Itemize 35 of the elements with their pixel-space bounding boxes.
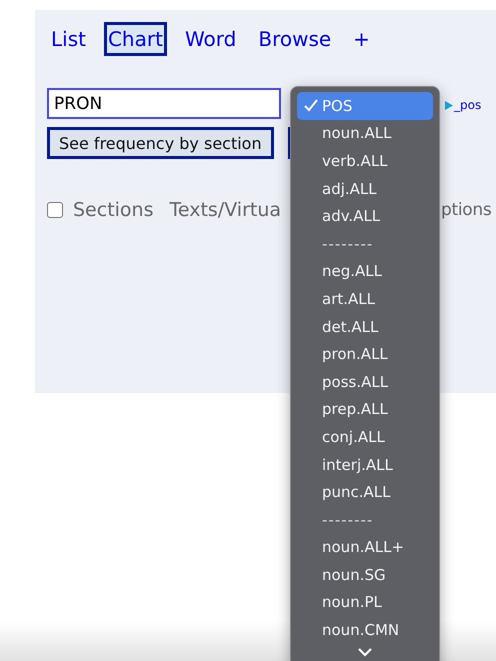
- menu-item[interactable]: adj.ALL: [297, 174, 433, 202]
- menu-item[interactable]: neg.ALL: [297, 258, 433, 286]
- tab[interactable]: Word: [180, 22, 240, 56]
- menu-separator: --------: [321, 510, 374, 531]
- tab[interactable]: +: [349, 22, 374, 56]
- tab[interactable]: Chart: [104, 22, 167, 56]
- texts-label: Texts/Virtua: [170, 199, 282, 221]
- menu-item[interactable]: POS: [297, 92, 433, 120]
- menu-item[interactable]: punc.ALL: [297, 478, 433, 506]
- menu-item[interactable]: noun.SG: [297, 561, 433, 589]
- menu-item[interactable]: verb.ALL: [297, 147, 433, 175]
- menu-item[interactable]: poss.ALL: [297, 368, 433, 396]
- menu-item[interactable]: noun.PL: [297, 588, 433, 616]
- menu-item[interactable]: pron.ALL: [297, 340, 433, 368]
- chevron-down-icon[interactable]: [358, 648, 372, 657]
- menu-item[interactable]: noun.ALL: [297, 120, 433, 148]
- menu-item[interactable]: art.ALL: [297, 285, 433, 313]
- options-label: ptions: [441, 200, 492, 220]
- search-field[interactable]: PRON: [47, 88, 281, 119]
- check-icon: [304, 99, 318, 112]
- sections-checkbox[interactable]: [47, 202, 63, 218]
- sections-label: Sections: [73, 199, 154, 221]
- frequency-button[interactable]: See frequency by section: [47, 127, 274, 159]
- pos-link[interactable]: _pos: [445, 98, 482, 112]
- menu-item[interactable]: adv.ALL: [297, 202, 433, 230]
- menu-item[interactable]: noun.CMN: [297, 616, 433, 644]
- menu-item[interactable]: noun.ALL+: [297, 534, 433, 562]
- tab[interactable]: Browse: [254, 22, 336, 56]
- menu-item[interactable]: det.ALL: [297, 312, 433, 340]
- menu-item[interactable]: conj.ALL: [297, 423, 433, 451]
- menu-item[interactable]: interj.ALL: [297, 450, 433, 478]
- menu-item[interactable]: prep.ALL: [297, 396, 433, 424]
- tab[interactable]: List: [47, 22, 90, 56]
- menu-separator: --------: [321, 234, 374, 255]
- triangle-icon: [445, 100, 453, 110]
